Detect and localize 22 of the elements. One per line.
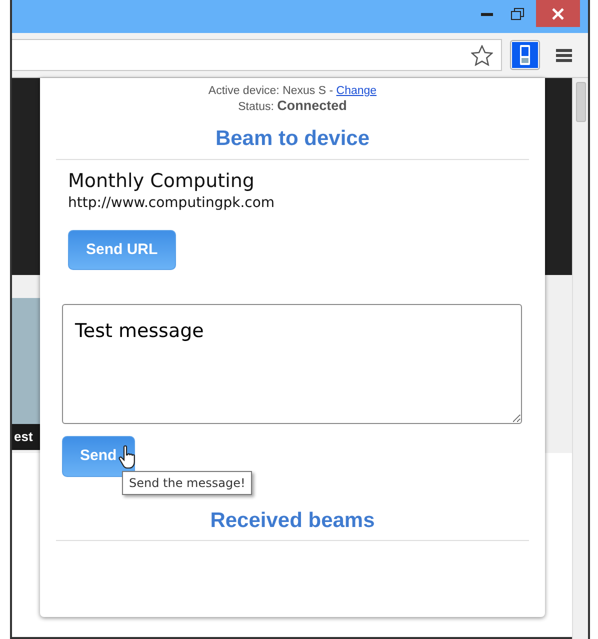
page-title: Monthly Computing	[68, 170, 256, 193]
hand-cursor-icon	[118, 445, 138, 469]
scrollbar-thumb[interactable]	[576, 82, 586, 122]
status-value: Connected	[277, 98, 347, 114]
message-field[interactable]: Test message	[62, 304, 522, 424]
page-url: http://www.computingpk.com	[68, 194, 276, 213]
active-device-label: Active device: Nexus S -	[208, 85, 334, 97]
section-heading: Received beams	[209, 508, 376, 534]
close-button[interactable]	[536, 0, 580, 27]
photo-caption: est	[12, 424, 40, 450]
phone-icon	[512, 42, 538, 68]
menu-icon[interactable]	[556, 48, 572, 62]
status-label: Status:	[238, 101, 274, 114]
bookmark-star-icon[interactable]	[471, 44, 493, 66]
restore-icon	[510, 8, 524, 20]
minimize-icon	[481, 12, 493, 16]
change-link[interactable]: Change	[336, 85, 377, 97]
extension-button[interactable]	[510, 40, 540, 70]
tooltip: Send the message!	[122, 471, 252, 495]
close-icon	[552, 8, 564, 20]
scrollbar[interactable]	[572, 78, 588, 639]
section-heading: Beam to device	[214, 126, 371, 152]
